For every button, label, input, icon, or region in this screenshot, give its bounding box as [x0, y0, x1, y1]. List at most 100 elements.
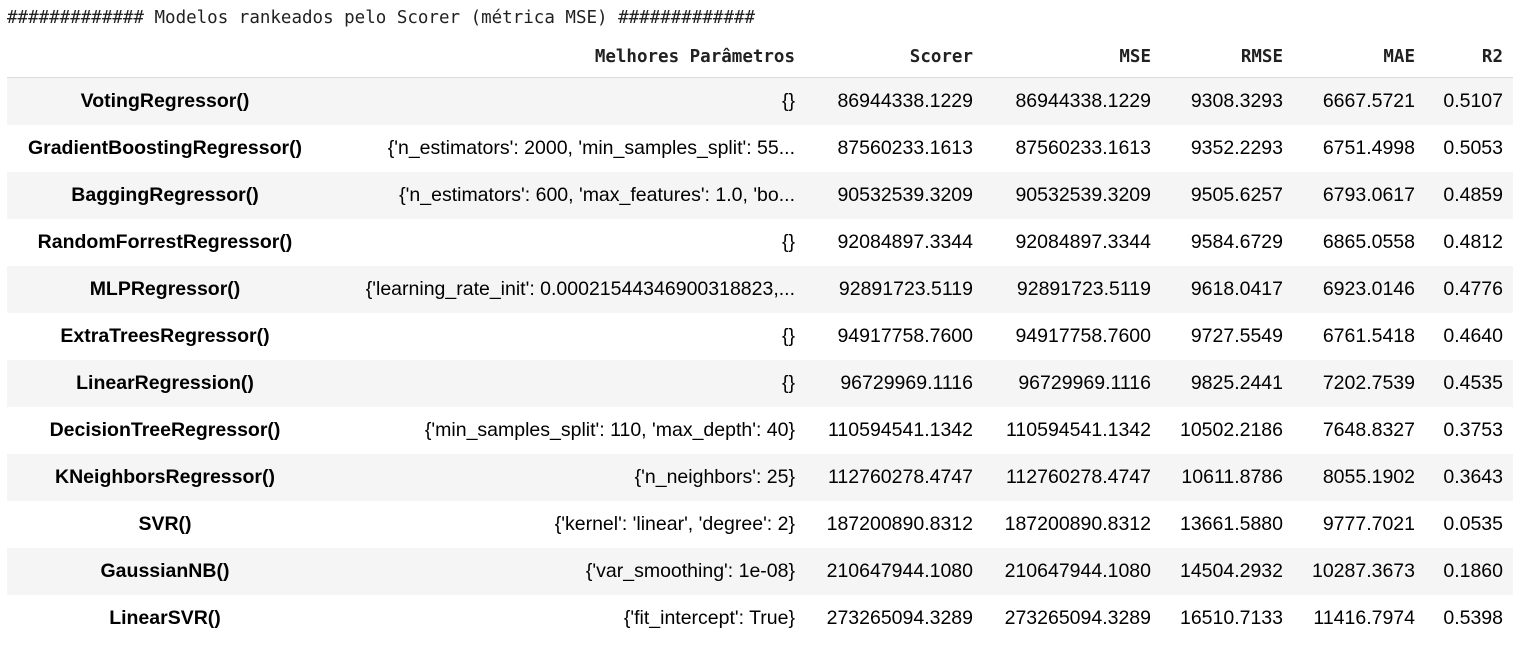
table-row: ExtraTreesRegressor() {} 94917758.7600 9491… — [7, 312, 1513, 360]
best-params: {'n_neighbors': 25} — [634, 465, 795, 488]
cell-output: ############# Modelos rankeados pelo Sco… — [7, 0, 1513, 642]
table-row: LinearRegression() {} 96729969.1116 9672996… — [7, 359, 1513, 407]
model-name: VotingRegressor() — [80, 89, 250, 112]
mse-value: 187200890.8312 — [1004, 512, 1151, 535]
r2-value: 0.4776 — [1443, 277, 1503, 300]
r2-value: 0.3643 — [1443, 465, 1503, 488]
scorer-value: 210647944.1080 — [826, 559, 973, 582]
column-header-index — [7, 36, 323, 78]
mse-value: 92084897.3344 — [1015, 230, 1151, 253]
column-header-r2: R2 — [1425, 36, 1513, 78]
rmse-value: 10502.2186 — [1179, 418, 1283, 441]
results-table: Melhores Parâmetros Scorer MSE RMSE MAE … — [7, 36, 1513, 642]
rmse-value: 9584.6729 — [1190, 230, 1283, 253]
mae-value: 8055.1902 — [1322, 465, 1415, 488]
best-params: {'kernel': 'linear', 'degree': 2} — [554, 512, 795, 535]
table-row: VotingRegressor() {} 86944338.1229 86944338… — [7, 77, 1513, 125]
r2-value: 0.3753 — [1443, 418, 1503, 441]
best-params: {'fit_intercept': True} — [623, 606, 795, 629]
rmse-value: 9825.2441 — [1190, 371, 1283, 394]
table-row: RandomForrestRegressor() {} 92084897.3344 9… — [7, 218, 1513, 266]
r2-value: 0.4812 — [1443, 230, 1503, 253]
best-params: {} — [781, 324, 795, 347]
model-name: MLPRegressor() — [89, 277, 241, 300]
r2-value: 0.1860 — [1443, 559, 1503, 582]
scorer-value: 87560233.1613 — [837, 136, 973, 159]
r2-value: 0.4859 — [1443, 183, 1503, 206]
r2-value: 0.5053 — [1443, 136, 1503, 159]
mse-value: 90532539.3209 — [1015, 183, 1151, 206]
mae-value: 6865.0558 — [1322, 230, 1415, 253]
mae-value: 6923.0146 — [1322, 277, 1415, 300]
best-params: {'var_smoothing': 1e-08} — [585, 559, 795, 582]
mae-value: 7202.7539 — [1322, 371, 1415, 394]
best-params: {'min_samples_split': 110, 'max_depth': … — [424, 418, 795, 441]
table-row: KNeighborsRegressor() {'n_neighbors': 25}… — [7, 453, 1513, 501]
table-row: BaggingRegressor() {'n_estimators': 600, … — [7, 171, 1513, 219]
r2-value: 0.0535 — [1443, 512, 1503, 535]
mae-value: 7648.8327 — [1322, 418, 1415, 441]
table-row: LinearSVR() {'fit_intercept': True} 273265… — [7, 594, 1513, 642]
r2-value: 0.5398 — [1443, 606, 1503, 629]
model-name: LinearSVR() — [109, 606, 221, 629]
best-params: {} — [781, 230, 795, 253]
table-header-row: Melhores Parâmetros Scorer MSE RMSE MAE … — [7, 36, 1513, 78]
scorer-value: 92084897.3344 — [837, 230, 973, 253]
table-row: MLPRegressor() {'learning_rate_init': 0.0… — [7, 265, 1513, 313]
scorer-value: 273265094.3289 — [826, 606, 973, 629]
mse-value: 86944338.1229 — [1015, 89, 1151, 112]
mae-value: 10287.3673 — [1311, 559, 1415, 582]
rmse-value: 16510.7133 — [1179, 606, 1283, 629]
mae-value: 6793.0617 — [1322, 183, 1415, 206]
scorer-value: 90532539.3209 — [837, 183, 973, 206]
mse-value: 210647944.1080 — [1004, 559, 1151, 582]
model-name: BaggingRegressor() — [71, 183, 259, 206]
scorer-value: 110594541.1342 — [828, 418, 973, 441]
model-name: DecisionTreeRegressor() — [49, 418, 281, 441]
mae-value: 6667.5721 — [1322, 89, 1415, 112]
rmse-value: 9505.6257 — [1190, 183, 1283, 206]
scorer-value: 96729969.1116 — [840, 371, 973, 394]
rmse-value: 14504.2932 — [1179, 559, 1283, 582]
model-name: GaussianNB() — [100, 559, 230, 582]
scorer-value: 187200890.8312 — [826, 512, 973, 535]
mae-value: 6751.4998 — [1322, 136, 1415, 159]
model-name: RandomForrestRegressor() — [37, 230, 293, 253]
scorer-value: 112760278.4747 — [828, 465, 973, 488]
table-row: DecisionTreeRegressor() {'min_samples_spl… — [7, 406, 1513, 454]
best-params: {} — [781, 371, 795, 394]
rmse-value: 9352.2293 — [1190, 136, 1283, 159]
column-header-rmse: RMSE — [1161, 36, 1293, 78]
rmse-value: 9308.3293 — [1190, 89, 1283, 112]
mse-value: 96729969.1116 — [1018, 371, 1151, 394]
r2-value: 0.4640 — [1443, 324, 1503, 347]
table-row: GaussianNB() {'var_smoothing': 1e-08} 2106… — [7, 547, 1513, 595]
rmse-value: 9618.0417 — [1190, 277, 1283, 300]
rmse-value: 9727.5549 — [1190, 324, 1283, 347]
model-name: ExtraTreesRegressor() — [60, 324, 270, 347]
r2-value: 0.5107 — [1443, 89, 1503, 112]
rmse-value: 13661.5880 — [1179, 512, 1283, 535]
mse-value: 94917758.7600 — [1015, 324, 1151, 347]
column-header-scorer: Scorer — [805, 36, 983, 78]
mae-value: 6761.5418 — [1322, 324, 1415, 347]
model-name: LinearRegression() — [76, 371, 254, 394]
mae-value: 11416.7974 — [1313, 606, 1415, 629]
mse-value: 273265094.3289 — [1004, 606, 1151, 629]
table-body: VotingRegressor() {} 86944338.1229 86944338… — [7, 77, 1513, 642]
mse-value: 92891723.5119 — [1016, 277, 1151, 300]
model-name: SVR() — [138, 512, 192, 535]
mse-value: 110594541.1342 — [1006, 418, 1151, 441]
r2-value: 0.4535 — [1443, 371, 1503, 394]
best-params: {'n_estimators': 2000, 'min_samples_spli… — [387, 136, 795, 159]
table-row: SVR() {'kernel': 'linear', 'degree': 2} 18… — [7, 500, 1513, 548]
table-row: GradientBoostingRegressor() {'n_estimator… — [7, 124, 1513, 172]
column-header-params: Melhores Parâmetros — [323, 36, 805, 78]
mse-value: 87560233.1613 — [1015, 136, 1151, 159]
model-name: KNeighborsRegressor() — [55, 465, 275, 488]
scorer-value: 86944338.1229 — [837, 89, 973, 112]
column-header-mse: MSE — [983, 36, 1161, 78]
best-params: {'n_estimators': 600, 'max_features': 1.… — [399, 183, 795, 206]
mae-value: 9777.7021 — [1322, 512, 1415, 535]
output-title: ############# Modelos rankeados pelo Sco… — [7, 8, 756, 28]
